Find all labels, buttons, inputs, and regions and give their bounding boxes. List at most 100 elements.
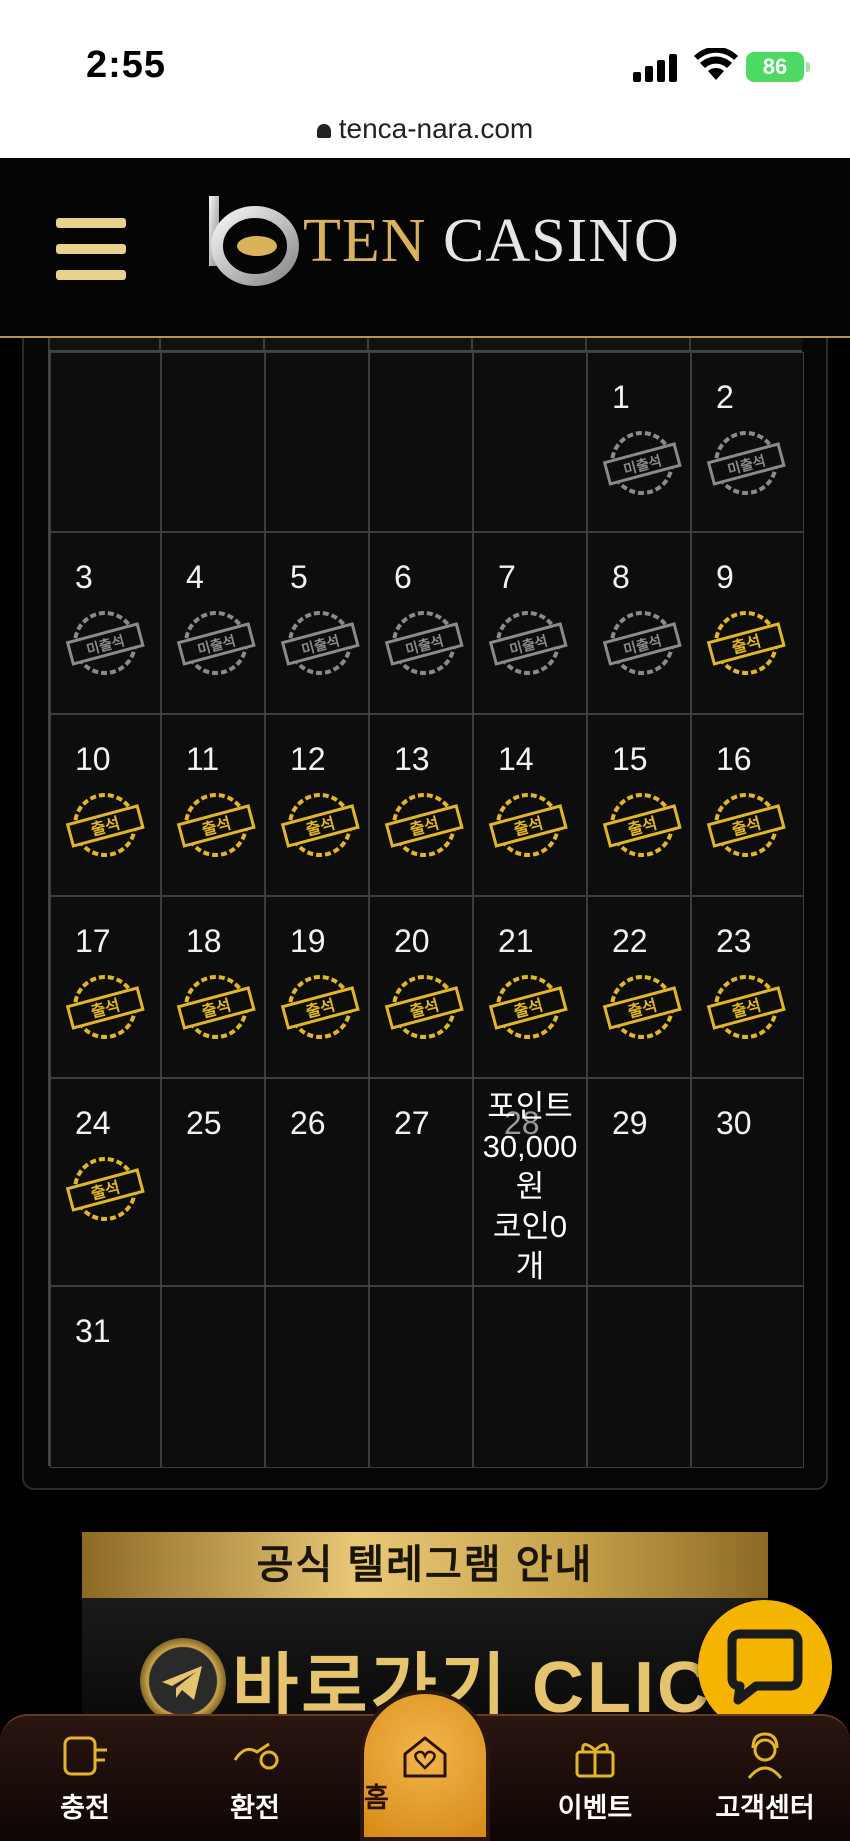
status-bar: 2:55 86 <box>0 0 850 100</box>
calendar-day-cell: 26 <box>265 1078 369 1286</box>
calendar-day-cell: 12 출석 <box>265 714 369 896</box>
attended-stamp-icon: 출석 <box>280 975 360 1039</box>
calendar-day-cell: 11 출석 <box>161 714 265 896</box>
calendar-day-cell: 3 미출석 <box>50 532 161 714</box>
absent-stamp-icon: 미출석 <box>280 611 360 675</box>
logo-emblem-icon <box>209 196 299 286</box>
day-number: 5 <box>290 559 308 595</box>
calendar-empty-cell <box>265 1286 369 1468</box>
url-text: tenca-nara.com <box>338 113 534 144</box>
calendar-day-cell: 24 출석 <box>50 1078 161 1286</box>
calendar-day-cell: 21 출석 <box>473 896 587 1078</box>
hamburger-menu-button[interactable] <box>56 218 126 280</box>
calendar-day-cell: 19 출석 <box>265 896 369 1078</box>
day-number: 11 <box>186 741 220 777</box>
home-heart-icon <box>403 1736 447 1778</box>
calendar-empty-cell <box>161 352 265 532</box>
calendar-day-cell: 30 <box>691 1078 804 1286</box>
day-number: 12 <box>290 741 326 777</box>
reward-info: 포인트 30,000 원 코인0 개 <box>474 1079 586 1287</box>
nav-exchange[interactable]: 환전 <box>185 1716 325 1841</box>
calendar-day-cell: 13 출석 <box>369 714 473 896</box>
nav-charge[interactable]: 충전 <box>15 1716 155 1841</box>
day-number: 16 <box>716 741 752 777</box>
calendar-empty-cell <box>369 352 473 532</box>
day-number: 30 <box>716 1105 752 1141</box>
banner-cta-text: 바로가기 CLICK <box>232 1648 767 1722</box>
day-number: 20 <box>394 923 430 959</box>
calendar-day-cell: 15 출석 <box>587 714 691 896</box>
calendar-day-cell: 18 출석 <box>161 896 265 1078</box>
attended-stamp-icon: 출석 <box>65 975 145 1039</box>
nav-home[interactable]: 홈 <box>360 1690 490 1841</box>
charge-icon <box>63 1736 107 1776</box>
banner-title: 공식 텔레그램 안내 <box>82 1532 768 1598</box>
attended-stamp-icon: 출석 <box>65 1157 145 1221</box>
calendar-empty-cell <box>473 1286 587 1468</box>
site-logo[interactable]: TEN CASINO <box>205 188 679 298</box>
attended-stamp-icon: 출석 <box>280 793 360 857</box>
absent-stamp-icon: 미출석 <box>488 611 568 675</box>
calendar-day-cell: 1 미출석 <box>587 352 691 532</box>
nav-charge-label: 충전 <box>60 1793 110 1823</box>
day-number: 6 <box>394 559 412 595</box>
reward-line: 개 <box>515 1249 545 1284</box>
day-number: 21 <box>498 923 534 959</box>
exchange-icon <box>233 1742 279 1770</box>
calendar-day-cell: 10 출석 <box>50 714 161 896</box>
calendar-day-cell: 27 <box>369 1078 473 1286</box>
nav-event-label: 이벤트 <box>557 1793 633 1823</box>
calendar-empty-cell <box>265 352 369 532</box>
telegram-icon <box>140 1638 226 1722</box>
wifi-icon <box>694 48 738 80</box>
attended-stamp-icon: 출석 <box>384 975 464 1039</box>
gift-icon <box>575 1743 615 1778</box>
calendar-day-cell: 31 <box>50 1286 161 1468</box>
calendar-day-cell: 23 출석 <box>691 896 804 1078</box>
day-number: 22 <box>612 923 648 959</box>
attended-stamp-icon: 출석 <box>65 793 145 857</box>
nav-support-label: 고객센터 <box>715 1793 815 1823</box>
calendar-day-cell: 25 <box>161 1078 265 1286</box>
reward-line: 원 <box>515 1169 545 1204</box>
address-bar[interactable]: tenca-nara.com <box>0 100 850 158</box>
day-number: 13 <box>394 741 430 777</box>
calendar-day-cell: 9 출석 <box>691 532 804 714</box>
calendar-day-cell: 16 출석 <box>691 714 804 896</box>
nav-exchange-label: 환전 <box>230 1793 280 1823</box>
reward-line: 포인트 <box>487 1089 573 1124</box>
calendar-day-cell: 14 출석 <box>473 714 587 896</box>
cellular-signal-icon <box>633 52 679 82</box>
attended-stamp-icon: 출석 <box>706 611 786 675</box>
day-number: 8 <box>612 559 630 595</box>
calendar-empty-cell <box>691 1286 804 1468</box>
day-number: 4 <box>186 559 204 595</box>
calendar-empty-cell <box>473 352 587 532</box>
attendance-calendar: 1 미출석 2 미출석 3 미출석 4 미출석 5 미출석 6 미출석 7 미출석 8 미출석 9 출석 10 출석 1… <box>48 350 804 1468</box>
day-number: 19 <box>290 923 326 959</box>
calendar-day-cell: 29 <box>587 1078 691 1286</box>
day-number: 2 <box>716 379 734 415</box>
calendar-day-cell: 6 미출석 <box>369 532 473 714</box>
nav-event[interactable]: 이벤트 <box>525 1716 665 1841</box>
day-number: 15 <box>612 741 648 777</box>
day-number: 26 <box>290 1105 326 1141</box>
calendar-empty-cell <box>50 352 161 532</box>
day-number: 27 <box>394 1105 430 1141</box>
attended-stamp-icon: 출석 <box>602 793 682 857</box>
day-number: 7 <box>498 559 516 595</box>
nav-support[interactable]: 고객센터 <box>695 1716 835 1841</box>
calendar-day-cell: 20 출석 <box>369 896 473 1078</box>
logo-wordmark: TEN CASINO <box>303 207 680 275</box>
status-time: 2:55 <box>86 44 167 86</box>
calendar-day-cell: 5 미출석 <box>265 532 369 714</box>
day-number: 10 <box>75 741 111 777</box>
attended-stamp-icon: 출석 <box>488 975 568 1039</box>
absent-stamp-icon: 미출석 <box>176 611 256 675</box>
calendar-day-cell: 28 포인트 30,000 원 코인0 개 <box>473 1078 587 1286</box>
day-number: 24 <box>75 1105 111 1141</box>
battery-icon: 86 <box>746 52 810 82</box>
attended-stamp-icon: 출석 <box>706 975 786 1039</box>
calendar-day-cell: 8 미출석 <box>587 532 691 714</box>
calendar-header-strip <box>48 338 802 350</box>
